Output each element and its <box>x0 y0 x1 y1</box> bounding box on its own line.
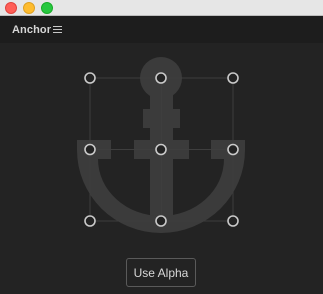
anchor-point-center[interactable] <box>155 143 167 156</box>
anchor-point-middle-right[interactable] <box>227 143 239 156</box>
window-minimize-button[interactable] <box>23 2 35 14</box>
window-titlebar <box>0 0 323 16</box>
window-close-button[interactable] <box>5 2 17 14</box>
panel-header: Anchor <box>0 16 323 43</box>
anchor-point-top-right[interactable] <box>227 72 239 84</box>
anchor-canvas <box>0 43 323 294</box>
anchor-point-top-center[interactable] <box>155 72 167 84</box>
anchor-graphic <box>77 57 245 233</box>
anchor-point-top-left[interactable] <box>84 72 96 84</box>
anchor-point-bottom-left[interactable] <box>84 215 96 227</box>
hamburger-menu-icon[interactable] <box>53 26 62 34</box>
use-alpha-button[interactable]: Use Alpha <box>126 258 196 287</box>
window-maximize-button[interactable] <box>41 2 53 14</box>
panel-title: Anchor <box>12 24 52 36</box>
anchor-point-bottom-center[interactable] <box>155 215 167 227</box>
anchor-point-bottom-right[interactable] <box>227 215 239 227</box>
anchor-point-middle-left[interactable] <box>84 143 96 156</box>
